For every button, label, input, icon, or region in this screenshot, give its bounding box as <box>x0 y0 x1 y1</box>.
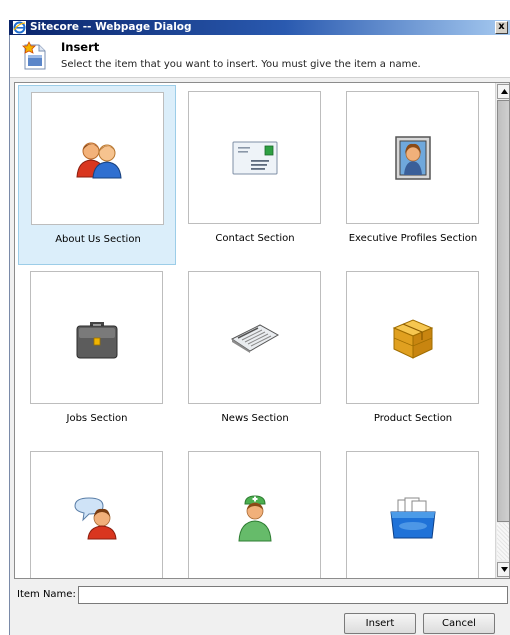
tile-chat-person[interactable] <box>18 445 176 578</box>
envelope-icon <box>232 141 277 174</box>
item-name-label: Item Name: <box>17 589 76 600</box>
tile-image-frame <box>30 271 163 404</box>
tile-image-frame <box>346 451 479 578</box>
cancel-button[interactable]: Cancel <box>423 613 495 634</box>
tile-label: About Us Section <box>55 234 141 245</box>
briefcase-icon <box>76 321 117 358</box>
card-file-icon <box>389 497 436 538</box>
package-box-icon <box>392 318 433 359</box>
item-name-bar: Item Name: <box>10 582 510 606</box>
tile-executive-profiles-section[interactable]: Executive Profiles Section <box>334 85 492 265</box>
scroll-up-button[interactable] <box>497 84 509 99</box>
vertical-scrollbar[interactable] <box>495 83 509 578</box>
tile-product-section[interactable]: Product Section <box>334 265 492 445</box>
tile-nurse[interactable] <box>176 445 334 578</box>
arrow-up-icon <box>501 89 508 94</box>
insert-button[interactable]: Insert <box>344 613 416 634</box>
scrollbar-track[interactable] <box>497 523 509 560</box>
arrow-down-icon <box>501 567 508 572</box>
chat-person-icon <box>73 496 117 539</box>
nurse-icon <box>237 494 272 541</box>
tile-jobs-section[interactable]: Jobs Section <box>18 265 176 445</box>
tile-image-frame <box>188 271 321 404</box>
newspaper-icon <box>230 323 279 353</box>
people-pair-icon <box>75 142 122 178</box>
tile-image-frame <box>31 92 164 225</box>
tile-label: News Section <box>221 413 289 424</box>
tile-image-frame <box>346 271 479 404</box>
tile-card-file[interactable] <box>334 445 492 578</box>
insert-document-icon <box>22 41 46 70</box>
tile-image-frame <box>188 451 321 578</box>
item-name-input[interactable] <box>78 586 508 604</box>
tile-image-frame <box>346 91 479 224</box>
tile-label: Contact Section <box>215 233 295 244</box>
tile-label: Jobs Section <box>66 413 128 424</box>
scroll-down-button[interactable] <box>497 562 509 577</box>
tile-about-us-section[interactable]: About Us Section <box>18 85 176 265</box>
tile-image-frame <box>188 91 321 224</box>
title-bar: Sitecore -- Webpage Dialog x <box>9 20 510 35</box>
dialog-description: Select the item that you want to insert.… <box>61 59 421 70</box>
tile-news-section[interactable]: News Section <box>176 265 334 445</box>
portrait-icon <box>394 135 431 180</box>
dialog-heading: Insert <box>61 40 100 54</box>
tile-label: Product Section <box>373 413 453 424</box>
dialog-header: Insert Select the item that you want to … <box>10 35 510 78</box>
tile-image-frame <box>30 451 163 578</box>
close-button[interactable]: x <box>495 21 508 34</box>
window-title: Sitecore -- Webpage Dialog <box>30 21 192 33</box>
tile-label: Executive Profiles Section <box>348 233 478 244</box>
item-grid: About Us Section Contact Section Executi… <box>14 82 510 579</box>
scrollbar-thumb[interactable] <box>497 100 509 522</box>
ie-icon <box>13 21 26 34</box>
tile-contact-section[interactable]: Contact Section <box>176 85 334 265</box>
